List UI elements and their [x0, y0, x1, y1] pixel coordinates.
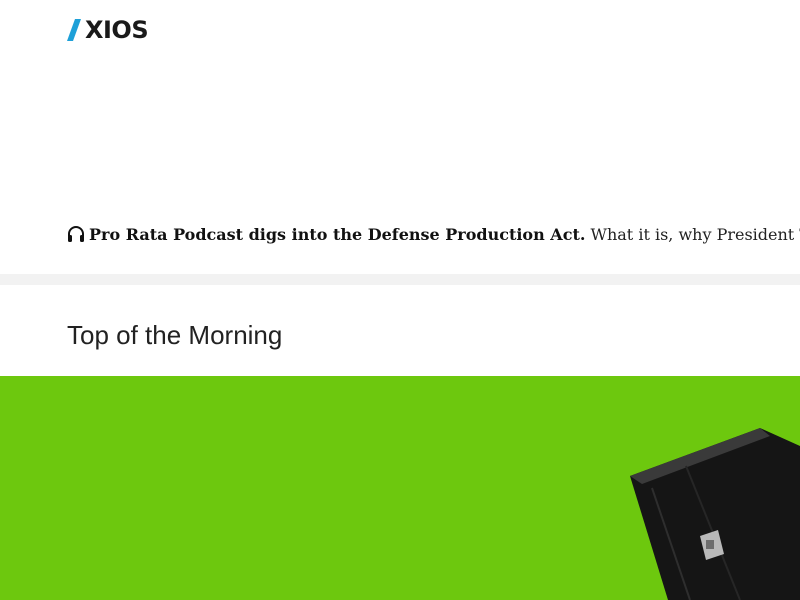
headphones-icon — [68, 226, 84, 242]
axios-logo[interactable]: XIOS — [67, 16, 149, 44]
section-divider — [0, 274, 800, 285]
promo-headline[interactable]: Pro Rata Podcast digs into the Defense P… — [89, 225, 585, 244]
podcast-promo[interactable]: Pro Rata Podcast digs into the Defense P… — [67, 222, 800, 248]
logo-text: XIOS — [85, 16, 149, 44]
briefcase-illustration — [630, 428, 800, 600]
hero-image[interactable] — [0, 376, 800, 600]
promo-text: What it is, why President Tru — [590, 225, 800, 244]
section-title: Top of the Morning — [67, 320, 283, 350]
